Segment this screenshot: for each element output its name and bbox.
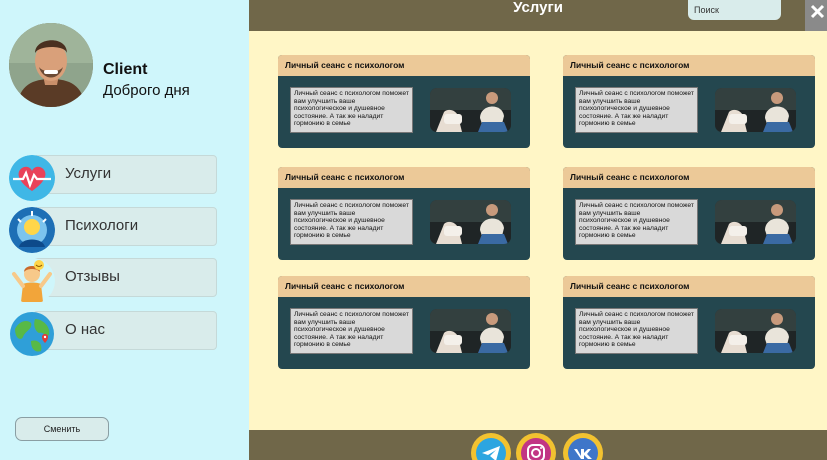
card-title: Личный сеанс с психологом [278, 167, 530, 188]
card-photo [715, 200, 796, 244]
card-title: Личный сеанс с психологом [563, 55, 815, 76]
card-photo [715, 88, 796, 132]
nav-pill[interactable] [33, 311, 217, 350]
happy-person-icon [9, 258, 55, 304]
sidebar: Client Доброго дня Услуги Психологи Отзы… [0, 0, 249, 460]
service-card[interactable]: Личный сеанс с психологом Личный сеанс с… [563, 55, 815, 148]
sidebar-item-about[interactable]: О нас [9, 311, 217, 356]
sidebar-item-label: Психологи [65, 217, 139, 234]
avatar[interactable] [9, 23, 93, 107]
card-title: Личный сеанс с психологом [563, 167, 815, 188]
card-title: Личный сеанс с психологом [563, 276, 815, 297]
close-icon [810, 4, 825, 19]
close-button[interactable] [805, 0, 827, 31]
card-description: Личный сеанс с психологом поможет вам ул… [575, 308, 698, 354]
card-description: Личный сеанс с психологом поможет вам ул… [290, 87, 413, 133]
service-card[interactable]: Личный сеанс с психологом Личный сеанс с… [278, 276, 530, 369]
therapy-photo-icon [430, 309, 511, 353]
sidebar-item-reviews[interactable]: Отзывы [9, 258, 217, 304]
vk-button[interactable] [563, 433, 603, 460]
footer-bar [249, 430, 827, 460]
instagram-icon [521, 438, 551, 460]
user-photo-icon [9, 23, 93, 107]
card-title: Личный сеанс с психологом [278, 55, 530, 76]
globe-icon [9, 311, 55, 357]
nav-pill[interactable] [33, 258, 217, 297]
instagram-button[interactable] [516, 433, 556, 460]
therapy-photo-icon [715, 200, 796, 244]
sidebar-item-label: О нас [65, 321, 105, 338]
service-card[interactable]: Личный сеанс с психологом Личный сеанс с… [278, 55, 530, 148]
therapy-photo-icon [430, 88, 511, 132]
brain-icon [9, 207, 55, 253]
header-bar: Услуги [249, 0, 827, 31]
card-description: Личный сеанс с психологом поможет вам ул… [575, 87, 698, 133]
sidebar-item-services[interactable]: Услуги [9, 155, 217, 201]
service-card[interactable]: Личный сеанс с психологом Личный сеанс с… [278, 167, 530, 260]
switch-button[interactable]: Сменить [15, 417, 109, 441]
therapy-photo-icon [715, 309, 796, 353]
sidebar-item-label: Услуги [65, 165, 112, 182]
card-photo [430, 200, 511, 244]
service-card[interactable]: Личный сеанс с психологом Личный сеанс с… [563, 276, 815, 369]
sidebar-item-label: Отзывы [65, 268, 120, 285]
nav-pill[interactable] [33, 155, 217, 194]
card-description: Личный сеанс с психологом поможет вам ул… [290, 308, 413, 354]
search-input[interactable] [688, 0, 781, 20]
greeting-text: Доброго дня [103, 82, 190, 99]
card-photo [430, 88, 511, 132]
card-description: Личный сеанс с психологом поможет вам ул… [290, 199, 413, 245]
card-description: Личный сеанс с психологом поможет вам ул… [575, 199, 698, 245]
vk-icon [568, 438, 598, 460]
heartbeat-icon [9, 155, 55, 201]
telegram-button[interactable] [471, 433, 511, 460]
therapy-photo-icon [715, 88, 796, 132]
card-photo [715, 309, 796, 353]
user-name: Client [103, 61, 148, 78]
telegram-icon [476, 438, 506, 460]
sidebar-item-psychologists[interactable]: Психологи [9, 207, 217, 253]
card-photo [430, 309, 511, 353]
therapy-photo-icon [430, 200, 511, 244]
service-card[interactable]: Личный сеанс с психологом Личный сеанс с… [563, 167, 815, 260]
card-title: Личный сеанс с психологом [278, 276, 530, 297]
